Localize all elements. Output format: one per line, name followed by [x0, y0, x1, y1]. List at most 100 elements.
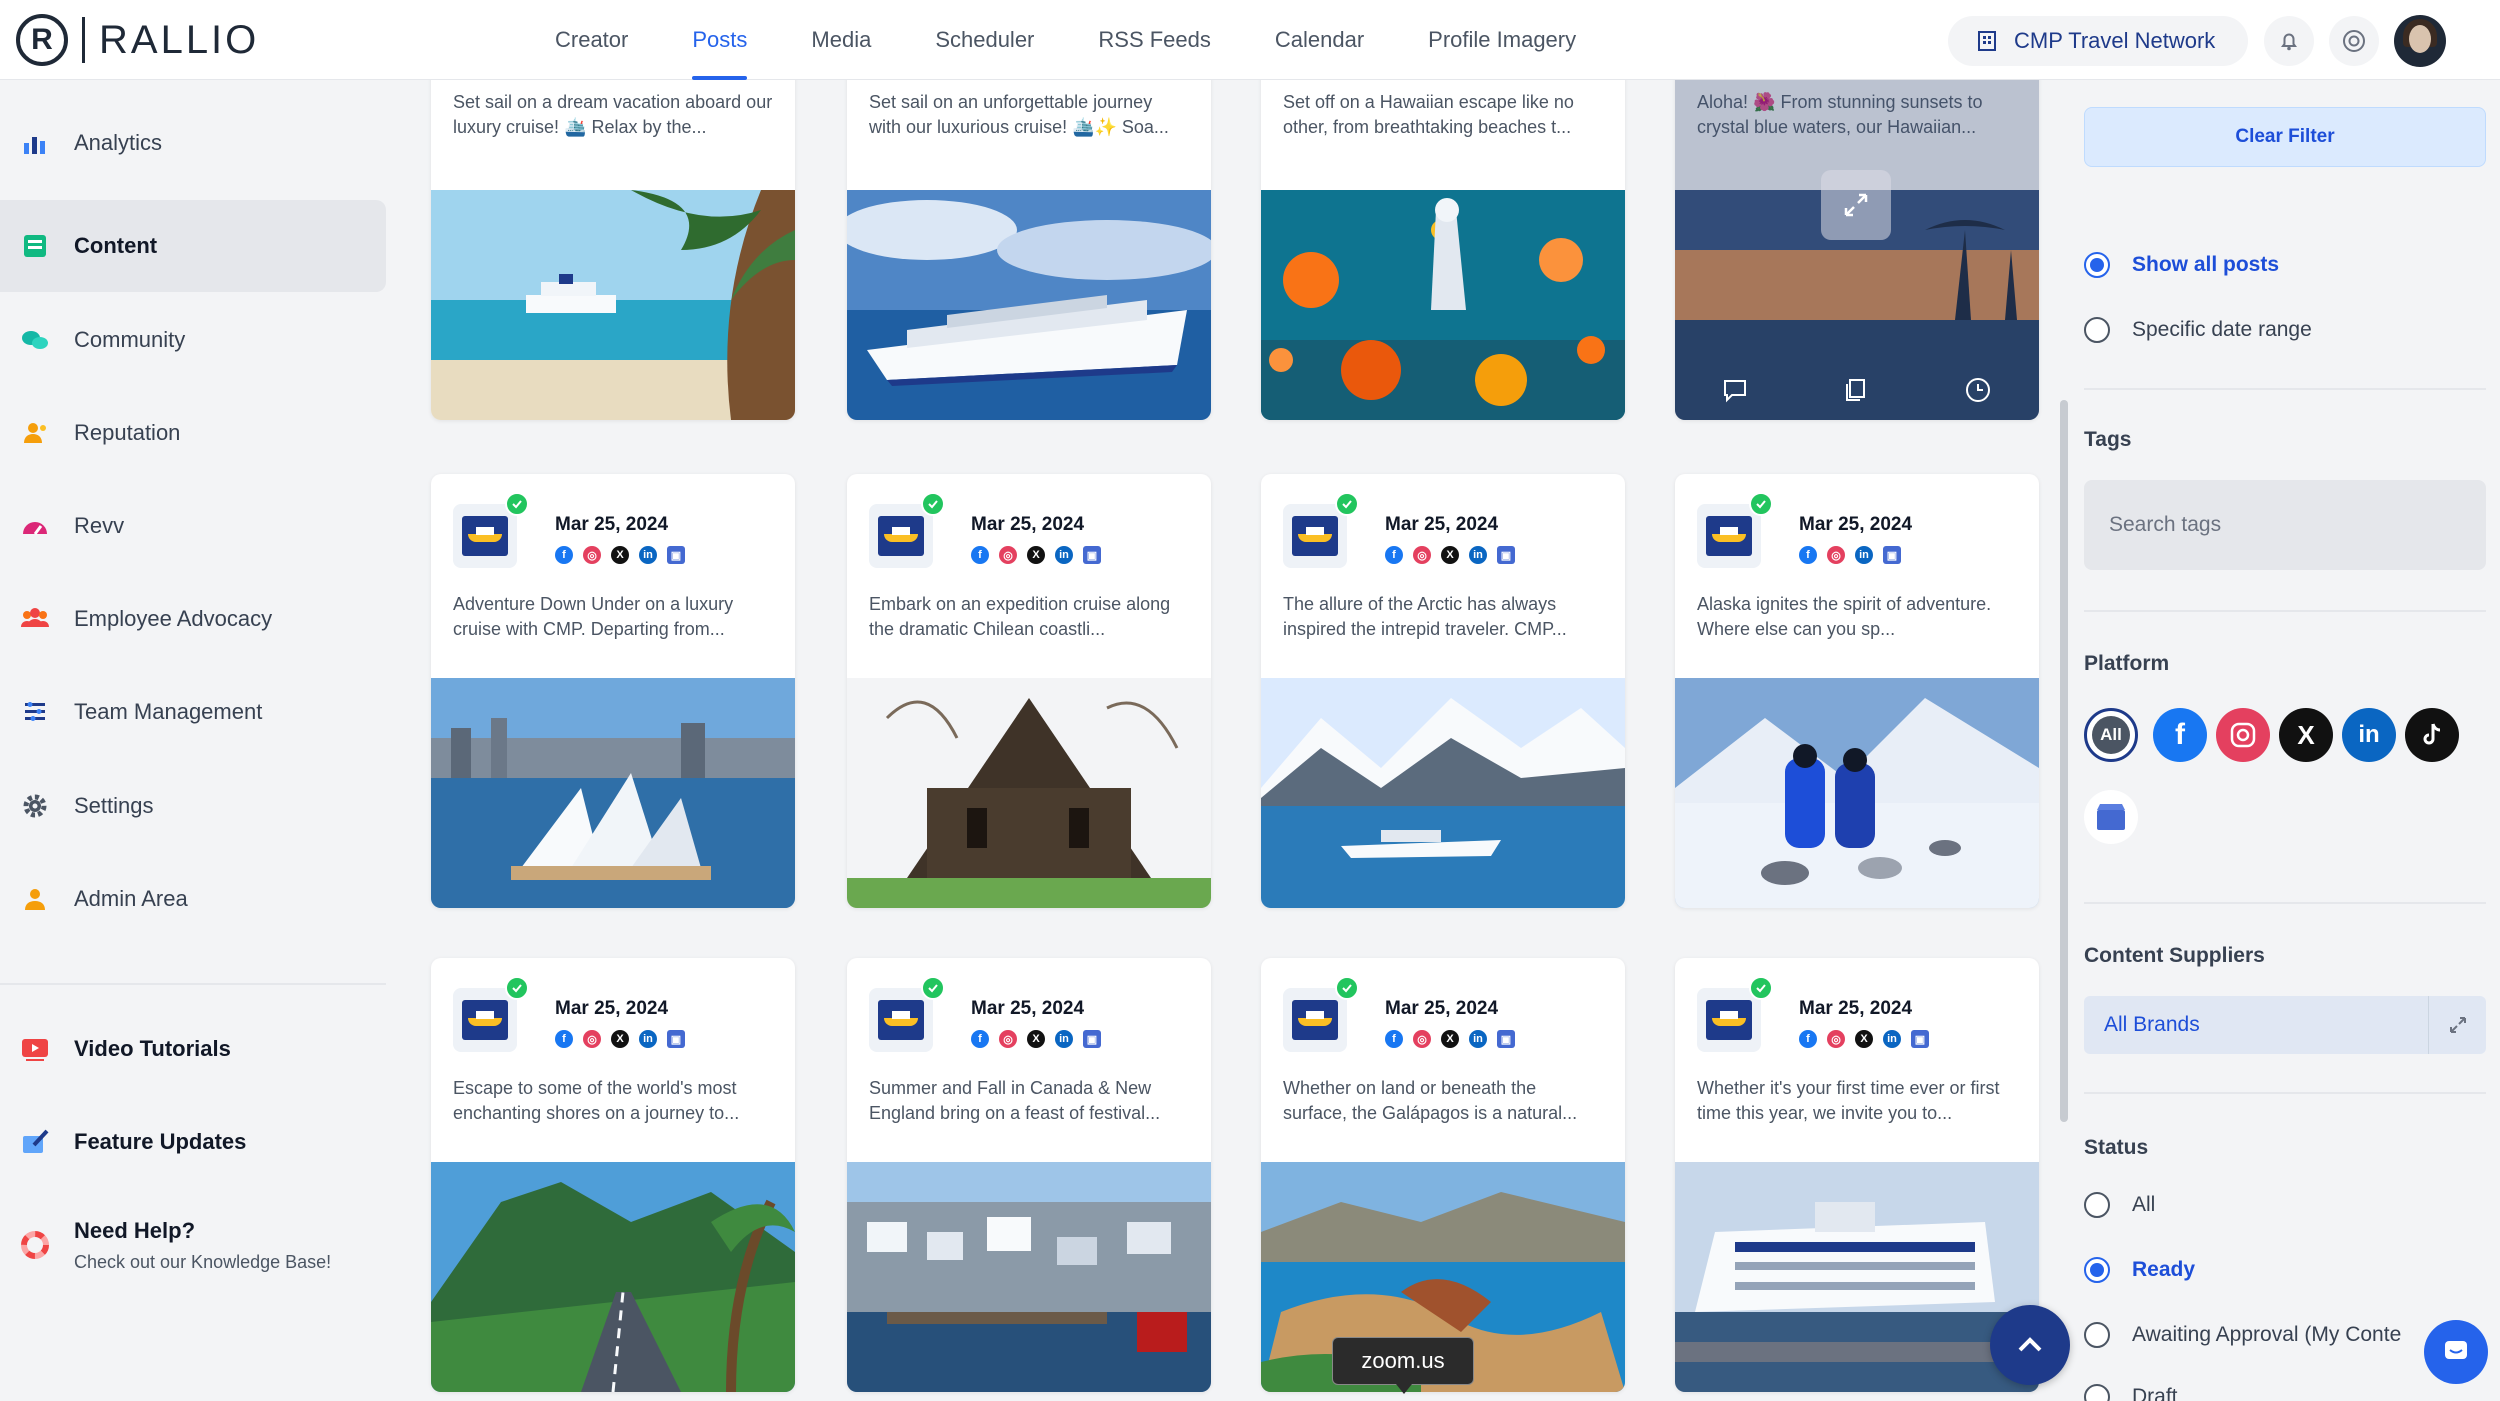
- tab-calendar[interactable]: Calendar: [1275, 0, 1364, 80]
- sidebar-item-analytics[interactable]: Analytics: [0, 97, 386, 189]
- building-icon: [1978, 31, 1996, 51]
- post-card[interactable]: Mar 25, 2024 f ◎ in ▣ Alaska ignites the sp…: [1675, 474, 2039, 908]
- tab-media[interactable]: Media: [811, 0, 871, 80]
- radio-selected-icon: [2084, 252, 2110, 278]
- sidebar-item-team-management[interactable]: Team Management: [0, 666, 386, 758]
- platform-label: Platform: [2084, 652, 2170, 675]
- lifebuoy-icon: [2343, 30, 2365, 52]
- content-suppliers-select[interactable]: All Brands: [2084, 996, 2486, 1054]
- status-option-awaiting-approval[interactable]: Awaiting Approval (My Conte: [2084, 1322, 2401, 1348]
- tab-scheduler[interactable]: Scheduler: [935, 0, 1034, 80]
- tiktok-icon[interactable]: [2405, 708, 2459, 762]
- sidebar-item-revv[interactable]: Revv: [0, 480, 386, 572]
- expand-icon: [1844, 193, 1868, 217]
- sidebar-item-content[interactable]: Content: [0, 200, 386, 292]
- logo-separator: [82, 17, 85, 63]
- copy-icon[interactable]: [1843, 377, 1869, 403]
- post-card[interactable]: Mar 25, 2024 f ◎ Xin ▣ Escape to some of th…: [431, 958, 795, 1392]
- brand-logo-icon: [1697, 504, 1761, 568]
- post-card[interactable]: Mar 25, 2024 f ◎ Xin ▣ Adventure Down Under…: [431, 474, 795, 908]
- rallio-logo[interactable]: R RALLIO: [16, 14, 259, 66]
- post-card[interactable]: f◎Xin▣ Aloha! 🌺 From stunning sunsets to…: [1675, 50, 2039, 420]
- post-image[interactable]: [431, 190, 795, 420]
- sidebar-item-admin-area[interactable]: Admin Area: [0, 853, 386, 945]
- brand-logo-icon: [453, 504, 517, 568]
- comment-icon[interactable]: [1722, 377, 1748, 403]
- sidebar-item-video-tutorials[interactable]: Video Tutorials: [0, 1003, 386, 1095]
- brand-logo-icon: [1283, 504, 1347, 568]
- date-option-show-all[interactable]: Show all posts: [2084, 252, 2279, 278]
- lifebuoy-icon: [18, 1228, 52, 1262]
- support-button[interactable]: [2329, 16, 2379, 66]
- post-image[interactable]: [847, 678, 1211, 908]
- sidebar-item-need-help[interactable]: Need Help? Check out our Knowledge Base!: [0, 1190, 386, 1300]
- chat-button[interactable]: [2424, 1320, 2488, 1384]
- post-image[interactable]: [431, 678, 795, 908]
- sidebar-item-feature-updates[interactable]: Feature Updates: [0, 1096, 386, 1188]
- post-image[interactable]: [847, 1162, 1211, 1392]
- sidebar-item-label: Community: [74, 327, 186, 352]
- status-option-all[interactable]: All: [2084, 1192, 2155, 1218]
- avatar[interactable]: [2394, 15, 2446, 67]
- sidebar-item-label: Team Management: [74, 699, 263, 724]
- post-image[interactable]: [1261, 678, 1625, 908]
- status-option-ready[interactable]: Ready: [2084, 1257, 2195, 1283]
- google-business-icon: ▣: [667, 1030, 685, 1048]
- post-image[interactable]: [1261, 190, 1625, 420]
- post-card[interactable]: Mar 25, 2024 f ◎ Xin ▣ Whether on land or b…: [1261, 958, 1625, 1392]
- post-date: Mar 25, 2024: [555, 998, 669, 1019]
- x-icon[interactable]: X: [2279, 708, 2333, 762]
- linkedin-icon[interactable]: in: [2342, 708, 2396, 762]
- linkedin-icon: in: [1469, 546, 1487, 564]
- sidebar-item-employee-advocacy[interactable]: Employee Advocacy: [0, 573, 386, 665]
- scrollbar[interactable]: [2060, 400, 2068, 1122]
- chevron-up-icon: [2018, 1337, 2042, 1352]
- post-image[interactable]: [431, 1162, 795, 1392]
- post-card[interactable]: f◎Xin▣ Set sail on an unforgettable jour…: [847, 50, 1211, 420]
- sidebar-item-community[interactable]: Community: [0, 294, 386, 386]
- tab-rss-feeds[interactable]: RSS Feeds: [1098, 0, 1211, 80]
- expand-icon[interactable]: [2428, 996, 2486, 1054]
- post-caption: Whether on land or beneath the surface, …: [1283, 1078, 1578, 1123]
- post-card-header: Mar 25, 2024 f ◎ Xin ▣: [1675, 958, 2039, 1076]
- approved-check-icon: [505, 492, 529, 516]
- status-option-draft[interactable]: Draft: [2084, 1384, 2178, 1401]
- sidebar-item-reputation[interactable]: Reputation: [0, 387, 386, 479]
- platform-all-button[interactable]: All: [2084, 708, 2138, 762]
- radio-label: Ready: [2132, 1258, 2196, 1281]
- logo-text: RALLIO: [99, 17, 260, 62]
- linkedin-icon: in: [1055, 546, 1073, 564]
- google-business-icon[interactable]: [2084, 790, 2138, 844]
- panel-divider: [2084, 610, 2486, 612]
- post-card[interactable]: Mar 25, 2024 f ◎ Xin ▣ Summer and Fall in C…: [847, 958, 1211, 1392]
- date-option-specific-range[interactable]: Specific date range: [2084, 317, 2312, 343]
- tab-posts[interactable]: Posts: [692, 0, 748, 80]
- sidebar-item-label: Video Tutorials: [74, 1036, 231, 1061]
- account-switcher[interactable]: CMP Travel Network: [1948, 16, 2248, 66]
- post-image[interactable]: [847, 190, 1211, 420]
- post-card[interactable]: Mar 25, 2024 f ◎ Xin ▣ Embark on an expedit…: [847, 474, 1211, 908]
- sidebar-item-label: Content: [74, 233, 158, 258]
- network-icons: f ◎ Xin ▣: [1385, 1030, 1515, 1048]
- notifications-button[interactable]: [2264, 16, 2314, 66]
- sidebar-item-settings[interactable]: Settings: [0, 760, 386, 852]
- post-card[interactable]: Mar 25, 2024 f ◎ Xin ▣ Whether it's your fi…: [1675, 958, 2039, 1392]
- expand-button[interactable]: [1821, 170, 1891, 240]
- post-date: Mar 25, 2024: [555, 514, 669, 535]
- clear-filter-button[interactable]: Clear Filter: [2084, 107, 2486, 167]
- post-card[interactable]: f◎Xin▣ Set sail on a dream vacation aboa…: [431, 50, 795, 420]
- instagram-icon[interactable]: [2216, 708, 2270, 762]
- tab-creator[interactable]: Creator: [555, 0, 628, 80]
- linkedin-icon: in: [639, 1030, 657, 1048]
- clock-icon[interactable]: [1964, 376, 1992, 404]
- facebook-icon[interactable]: f: [2153, 708, 2207, 762]
- scroll-to-top-button[interactable]: [1990, 1305, 2070, 1385]
- tab-profile-imagery[interactable]: Profile Imagery: [1428, 0, 1576, 80]
- panel-divider: [2084, 388, 2486, 390]
- post-card[interactable]: Mar 25, 2024 f ◎ Xin ▣ The allure of the Ar…: [1261, 474, 1625, 908]
- team-management-icon: [18, 695, 52, 729]
- post-image[interactable]: [1675, 1162, 2039, 1392]
- search-tags-input[interactable]: [2084, 480, 2486, 570]
- post-image[interactable]: [1675, 678, 2039, 908]
- post-card[interactable]: f◎Xin▣ Set off on a Hawaiian escape like…: [1261, 50, 1625, 420]
